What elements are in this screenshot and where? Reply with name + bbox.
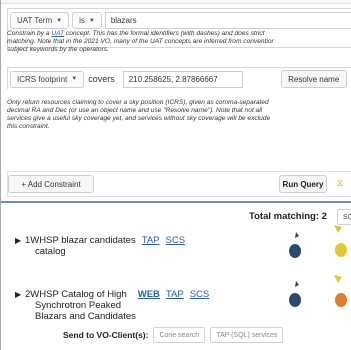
description-line: services give a useful sky coverage yet,… <box>7 115 271 122</box>
top-strip <box>1 0 351 4</box>
constraint-field-select[interactable]: UAT Term ▼ <box>10 12 70 29</box>
sky-coverage-icon <box>289 232 301 258</box>
uat-term-input[interactable]: blazars <box>104 12 351 29</box>
description-line: this constraint. <box>7 123 50 130</box>
constraint-operator-select[interactable]: is ▼ <box>72 12 102 29</box>
description-text: concept. This has the formal identifiers… <box>64 30 265 37</box>
protocol-scs-link[interactable]: SCS <box>166 235 186 246</box>
sql-tab[interactable]: SQ <box>337 209 351 225</box>
loading-spinner-icon: ⧖ <box>337 178 344 188</box>
send-to-clients-row: Send to VO-Client(s): Cone search TAP (S… <box>63 327 284 343</box>
chevron-down-icon: ▼ <box>88 17 95 24</box>
sky-coverage-icon <box>334 225 347 257</box>
cone-search-button[interactable]: Cone search <box>153 327 206 343</box>
footprint-description: Only return resources claiming to cover … <box>7 99 347 131</box>
chevron-down-icon: ▼ <box>71 76 78 82</box>
description-text: Constrain by a <box>7 30 52 37</box>
sky-coverage-icon <box>334 275 347 307</box>
send-label: Send to VO-Client(s): <box>63 330 149 340</box>
result-title-cont: catalog <box>35 246 66 257</box>
result-title-cont: Blazars and Candidates <box>35 311 136 322</box>
constraint-operator-label: covers <box>88 74 115 84</box>
description-line: matching. Note that in the 2021 VO, many… <box>7 38 274 45</box>
constraint-field-select[interactable]: ICRS footprint ▼ <box>10 70 85 88</box>
protocol-tap-link[interactable]: TAP <box>142 235 160 246</box>
protocol-web-link[interactable]: WEB <box>138 289 160 300</box>
footprint-position-input[interactable]: 210.258625, 2.87866667 <box>122 70 243 88</box>
resolve-name-button[interactable]: Resolve name <box>280 70 347 88</box>
triangle-right-icon[interactable]: ▶ <box>15 290 25 299</box>
sky-coverage-icon <box>289 281 301 307</box>
total-matching: Total matching: 2 <box>249 211 327 222</box>
chevron-down-icon: ▼ <box>56 17 63 24</box>
uat-description: Constrain by a UAT concept. This has the… <box>7 30 347 54</box>
query-toolbar: + Add Constraint Run Query ⧖ <box>7 171 351 197</box>
description-line: decimal RA and Dec (or use an object nam… <box>7 107 263 114</box>
app-frame: UAT Term ▼ is ▼ blazars Constrain by a U… <box>0 0 351 350</box>
constraint-footprint: ICRS footprint ▼ covers 210.258625, 2.87… <box>7 67 351 89</box>
constraint-operator-label: is <box>79 16 85 25</box>
result-item: ▶ 1WHSP blazar candidates TAP SCS catalo… <box>15 235 215 257</box>
description-line: Only return resources claiming to cover … <box>7 99 269 106</box>
run-query-button[interactable]: Run Query <box>279 175 327 193</box>
constraint-field-label: UAT Term <box>17 16 53 25</box>
triangle-right-icon[interactable]: ▶ <box>15 236 25 245</box>
result-title[interactable]: 1WHSP blazar candidates <box>25 235 136 246</box>
add-constraint-button[interactable]: + Add Constraint <box>8 175 94 193</box>
result-title[interactable]: 2WHSP Catalog of High <box>25 289 127 300</box>
protocol-scs-link[interactable]: SCS <box>190 289 210 300</box>
uat-link[interactable]: UAT <box>51 30 64 37</box>
results-panel: Total matching: 2 SQ ▶ 1WHSP blazar cand… <box>1 203 351 350</box>
protocol-tap-link[interactable]: TAP <box>166 289 184 300</box>
constraint-field-label: ICRS footprint <box>17 74 68 84</box>
description-line: Constrain by a UAT concept. This has the… <box>7 30 347 38</box>
tap-sql-button[interactable]: TAP (SQL) services <box>210 327 284 343</box>
result-item: ▶ 2WHSP Catalog of High WEB TAP SCS Sync… <box>15 289 225 322</box>
description-line: subject keywords by the operators. <box>7 46 109 53</box>
result-title-cont: Synchrotron Peaked <box>35 300 122 311</box>
